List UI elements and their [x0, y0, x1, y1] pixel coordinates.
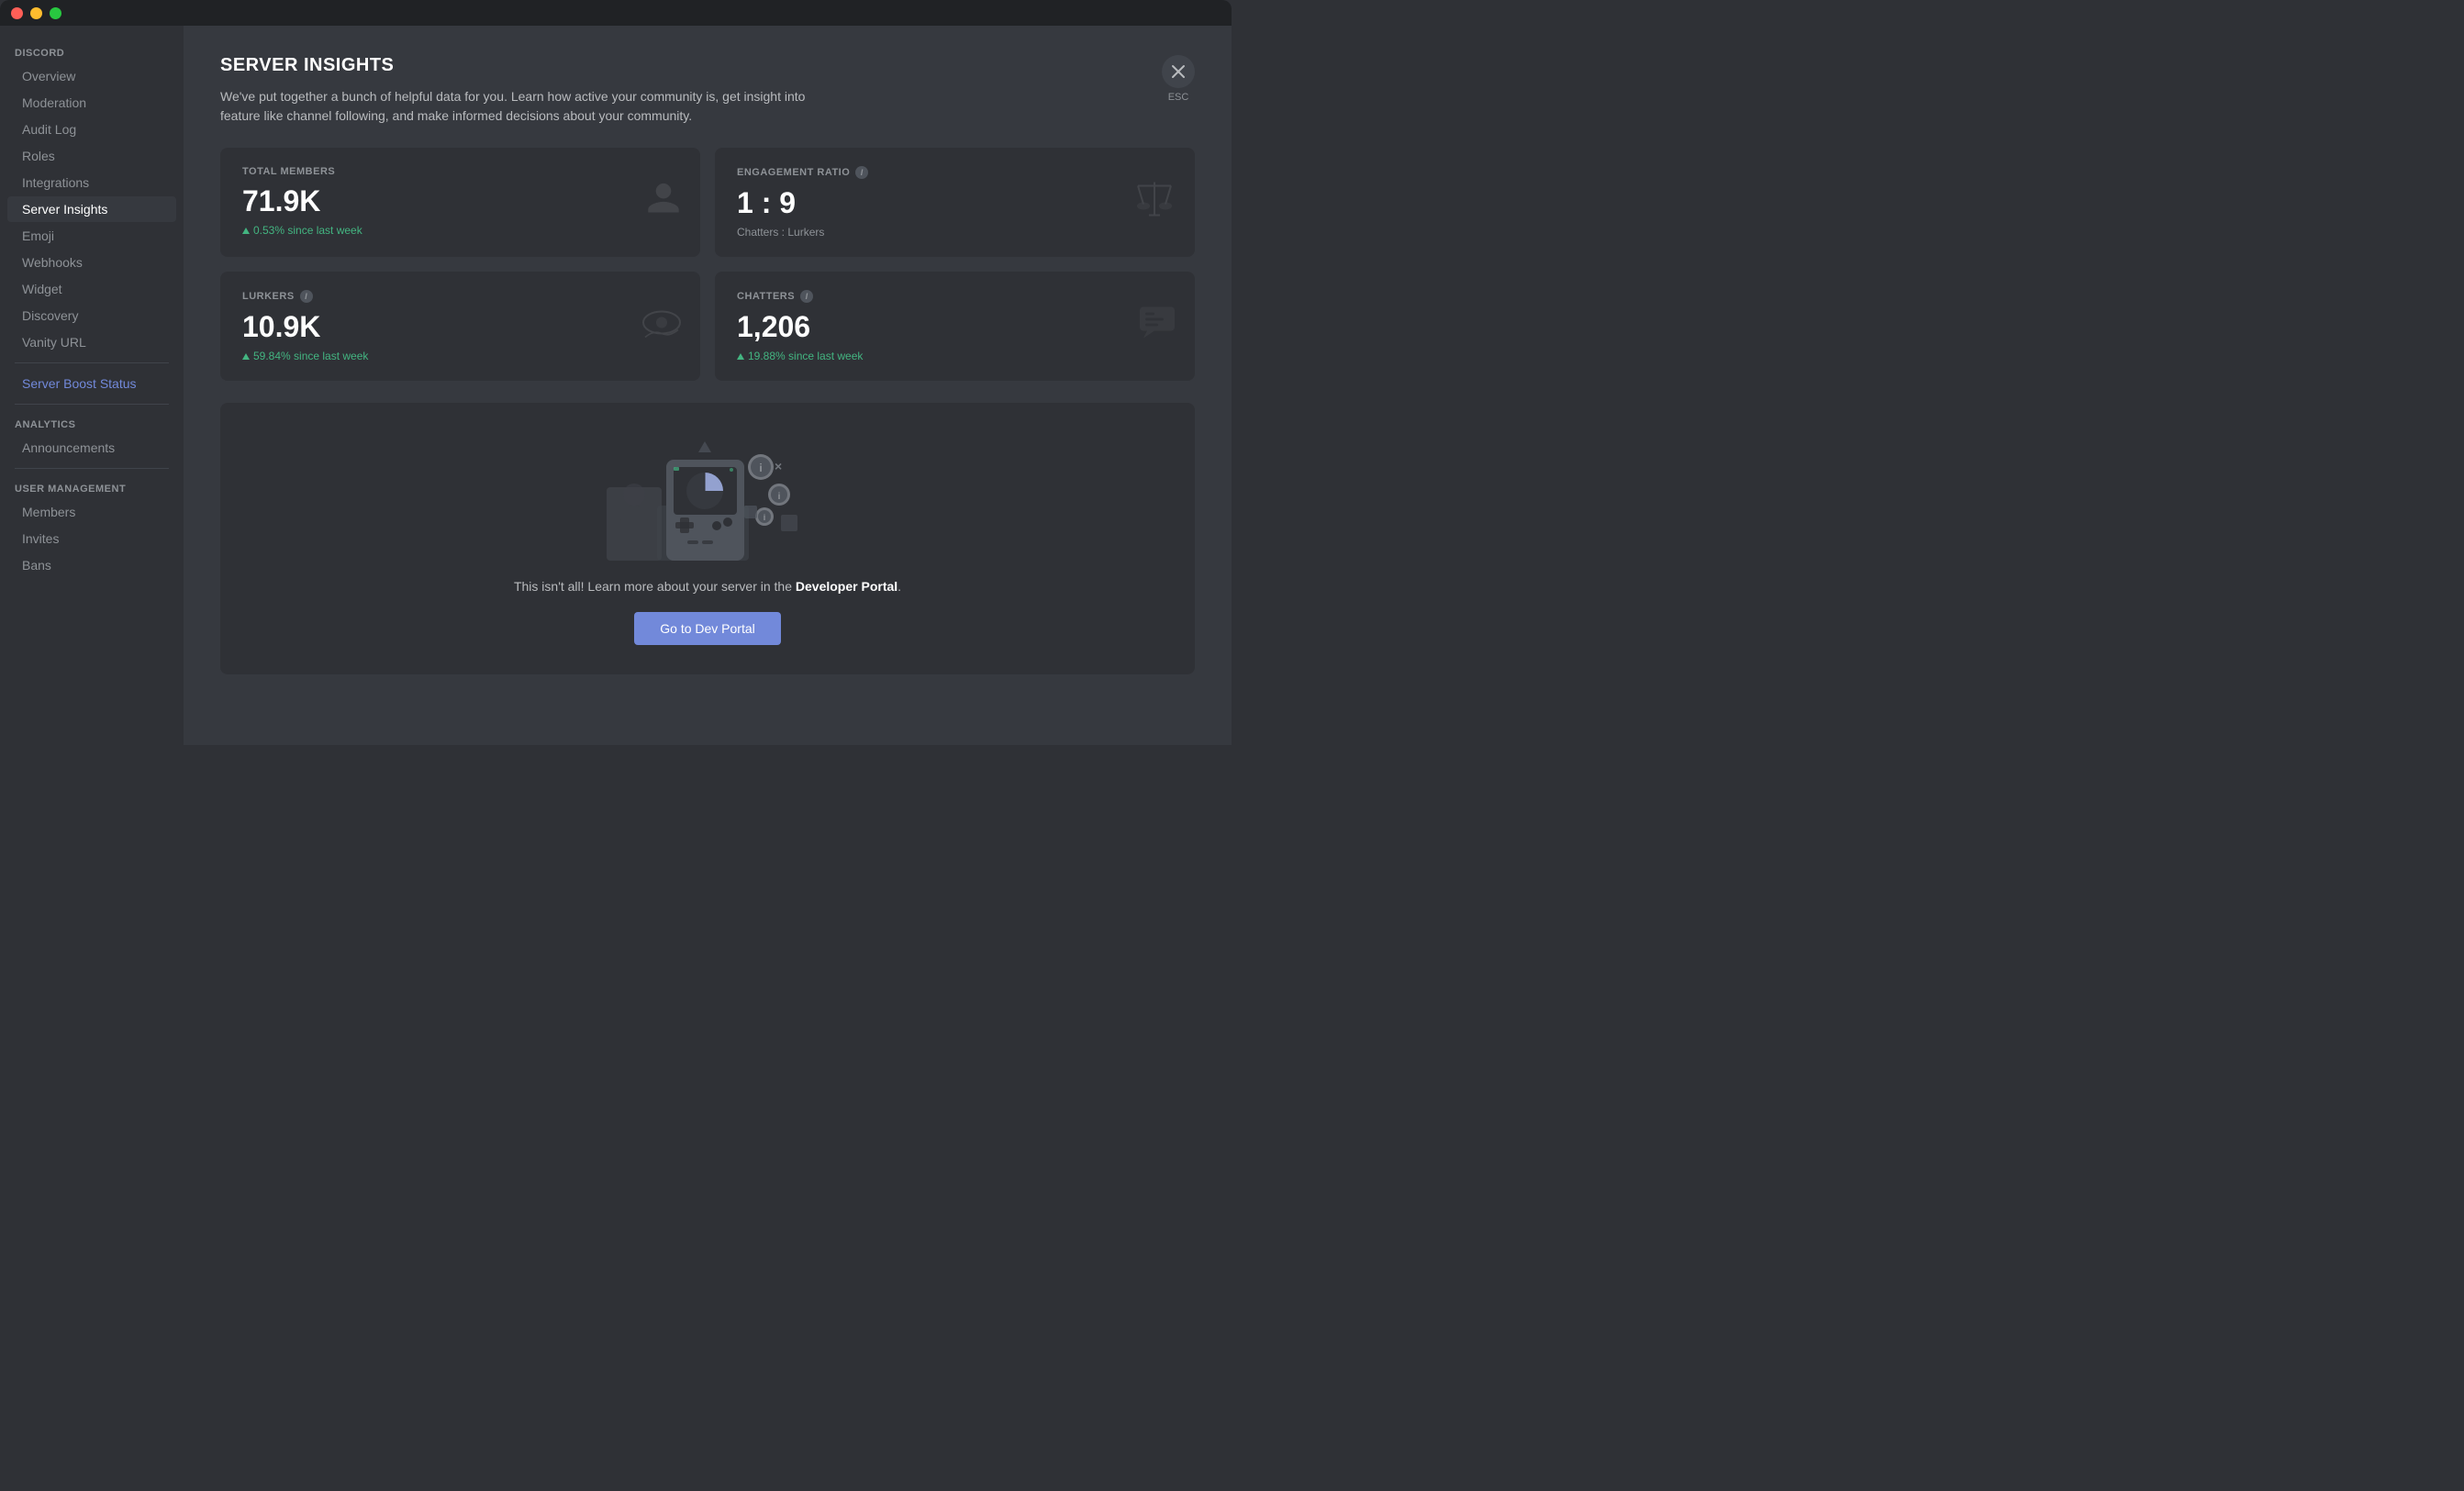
arrow-up-icon: [242, 228, 250, 234]
stat-card-chatters: CHATTERS i 1,206 19.88% since last week: [715, 272, 1195, 381]
info-icon-lurkers: i: [300, 290, 313, 303]
section-label-analytics: ANALYTICS: [0, 412, 184, 434]
sidebar-item-overview[interactable]: Overview: [7, 63, 176, 89]
sidebar-item-integrations[interactable]: Integrations: [7, 170, 176, 195]
section-label-user-management: USER MANAGEMENT: [0, 476, 184, 498]
main-content: SERVER INSIGHTS We've put together a bun…: [184, 26, 1232, 745]
svg-text:i: i: [778, 492, 781, 502]
sidebar-item-widget[interactable]: Widget: [7, 276, 176, 302]
stat-change-lurkers: 59.84% since last week: [242, 350, 678, 362]
chat-icon: [1138, 305, 1176, 348]
stats-grid: TOTAL MEMBERS 71.9K 0.53% since last wee…: [220, 148, 1195, 381]
stat-sub-engagement-ratio: Chatters : Lurkers: [737, 226, 1173, 239]
stat-value-total-members: 71.9K: [242, 184, 678, 218]
stat-change-total-members: 0.53% since last week: [242, 224, 678, 237]
sidebar-divider-1: [15, 362, 169, 363]
stat-label-engagement-ratio: ENGAGEMENT RATIO i: [737, 166, 1173, 179]
sidebar-divider-2: [15, 404, 169, 405]
developer-portal-link: Developer Portal: [796, 579, 898, 594]
sidebar-item-server-insights[interactable]: Server Insights: [7, 196, 176, 222]
person-icon: [645, 180, 682, 225]
close-area: ESC: [1162, 55, 1195, 103]
page-description: We've put together a bunch of helpful da…: [220, 87, 844, 126]
minimize-button[interactable]: [30, 7, 42, 19]
app-body: DISCORD Overview Moderation Audit Log Ro…: [0, 26, 1232, 745]
eye-icon: [641, 304, 682, 349]
svg-text:i: i: [764, 513, 766, 522]
stat-card-lurkers: LURKERS i 10.9K 59.84% since last week: [220, 272, 700, 381]
page-header: SERVER INSIGHTS We've put together a bun…: [220, 55, 1195, 126]
section-label-discord: DISCORD: [0, 40, 184, 62]
titlebar: [0, 0, 1232, 26]
sidebar-item-audit-log[interactable]: Audit Log: [7, 117, 176, 142]
dev-portal-text: This isn't all! Learn more about your se…: [514, 579, 901, 594]
close-esc-label: ESC: [1168, 92, 1189, 103]
stat-value-chatters: 1,206: [737, 310, 1173, 344]
sidebar-item-roles[interactable]: Roles: [7, 143, 176, 169]
close-icon: [1171, 64, 1186, 79]
sidebar-item-webhooks[interactable]: Webhooks: [7, 250, 176, 275]
info-icon-engagement: i: [855, 166, 868, 179]
sidebar-divider-3: [15, 468, 169, 469]
stat-card-total-members: TOTAL MEMBERS 71.9K 0.53% since last wee…: [220, 148, 700, 257]
stat-card-engagement-ratio: ENGAGEMENT RATIO i 1 : 9 Chatters : Lurk…: [715, 148, 1195, 257]
sidebar-item-members[interactable]: Members: [7, 499, 176, 525]
sidebar-item-discovery[interactable]: Discovery: [7, 303, 176, 328]
stat-value-engagement-ratio: 1 : 9: [737, 186, 1173, 220]
header-text: SERVER INSIGHTS We've put together a bun…: [220, 55, 844, 126]
dev-portal-card: i i i: [220, 403, 1195, 674]
sidebar-item-emoji[interactable]: Emoji: [7, 223, 176, 249]
info-icon-chatters: i: [800, 290, 813, 303]
arrow-up-icon-chatters: [737, 353, 744, 360]
sidebar-item-vanity-url[interactable]: Vanity URL: [7, 329, 176, 355]
maximize-button[interactable]: [50, 7, 61, 19]
dev-portal-illustration: i i i: [607, 432, 808, 561]
svg-text:i: i: [759, 462, 762, 474]
sidebar-item-announcements[interactable]: Announcements: [7, 435, 176, 461]
stat-label-total-members: TOTAL MEMBERS: [242, 166, 678, 177]
sidebar-item-moderation[interactable]: Moderation: [7, 90, 176, 116]
sidebar: DISCORD Overview Moderation Audit Log Ro…: [0, 26, 184, 745]
stat-change-chatters: 19.88% since last week: [737, 350, 1173, 362]
go-to-dev-portal-button[interactable]: Go to Dev Portal: [634, 612, 781, 645]
sidebar-item-bans[interactable]: Bans: [7, 552, 176, 578]
stat-value-lurkers: 10.9K: [242, 310, 678, 344]
scale-icon: [1132, 178, 1176, 227]
arrow-up-icon-lurkers: [242, 353, 250, 360]
page-title: SERVER INSIGHTS: [220, 55, 844, 76]
sidebar-item-server-boost-status[interactable]: Server Boost Status: [7, 371, 176, 396]
sidebar-item-invites[interactable]: Invites: [7, 526, 176, 551]
close-page-button[interactable]: [1162, 55, 1195, 88]
stat-label-chatters: CHATTERS i: [737, 290, 1173, 303]
stat-label-lurkers: LURKERS i: [242, 290, 678, 303]
close-button[interactable]: [11, 7, 23, 19]
svg-text:×: ×: [775, 459, 782, 473]
